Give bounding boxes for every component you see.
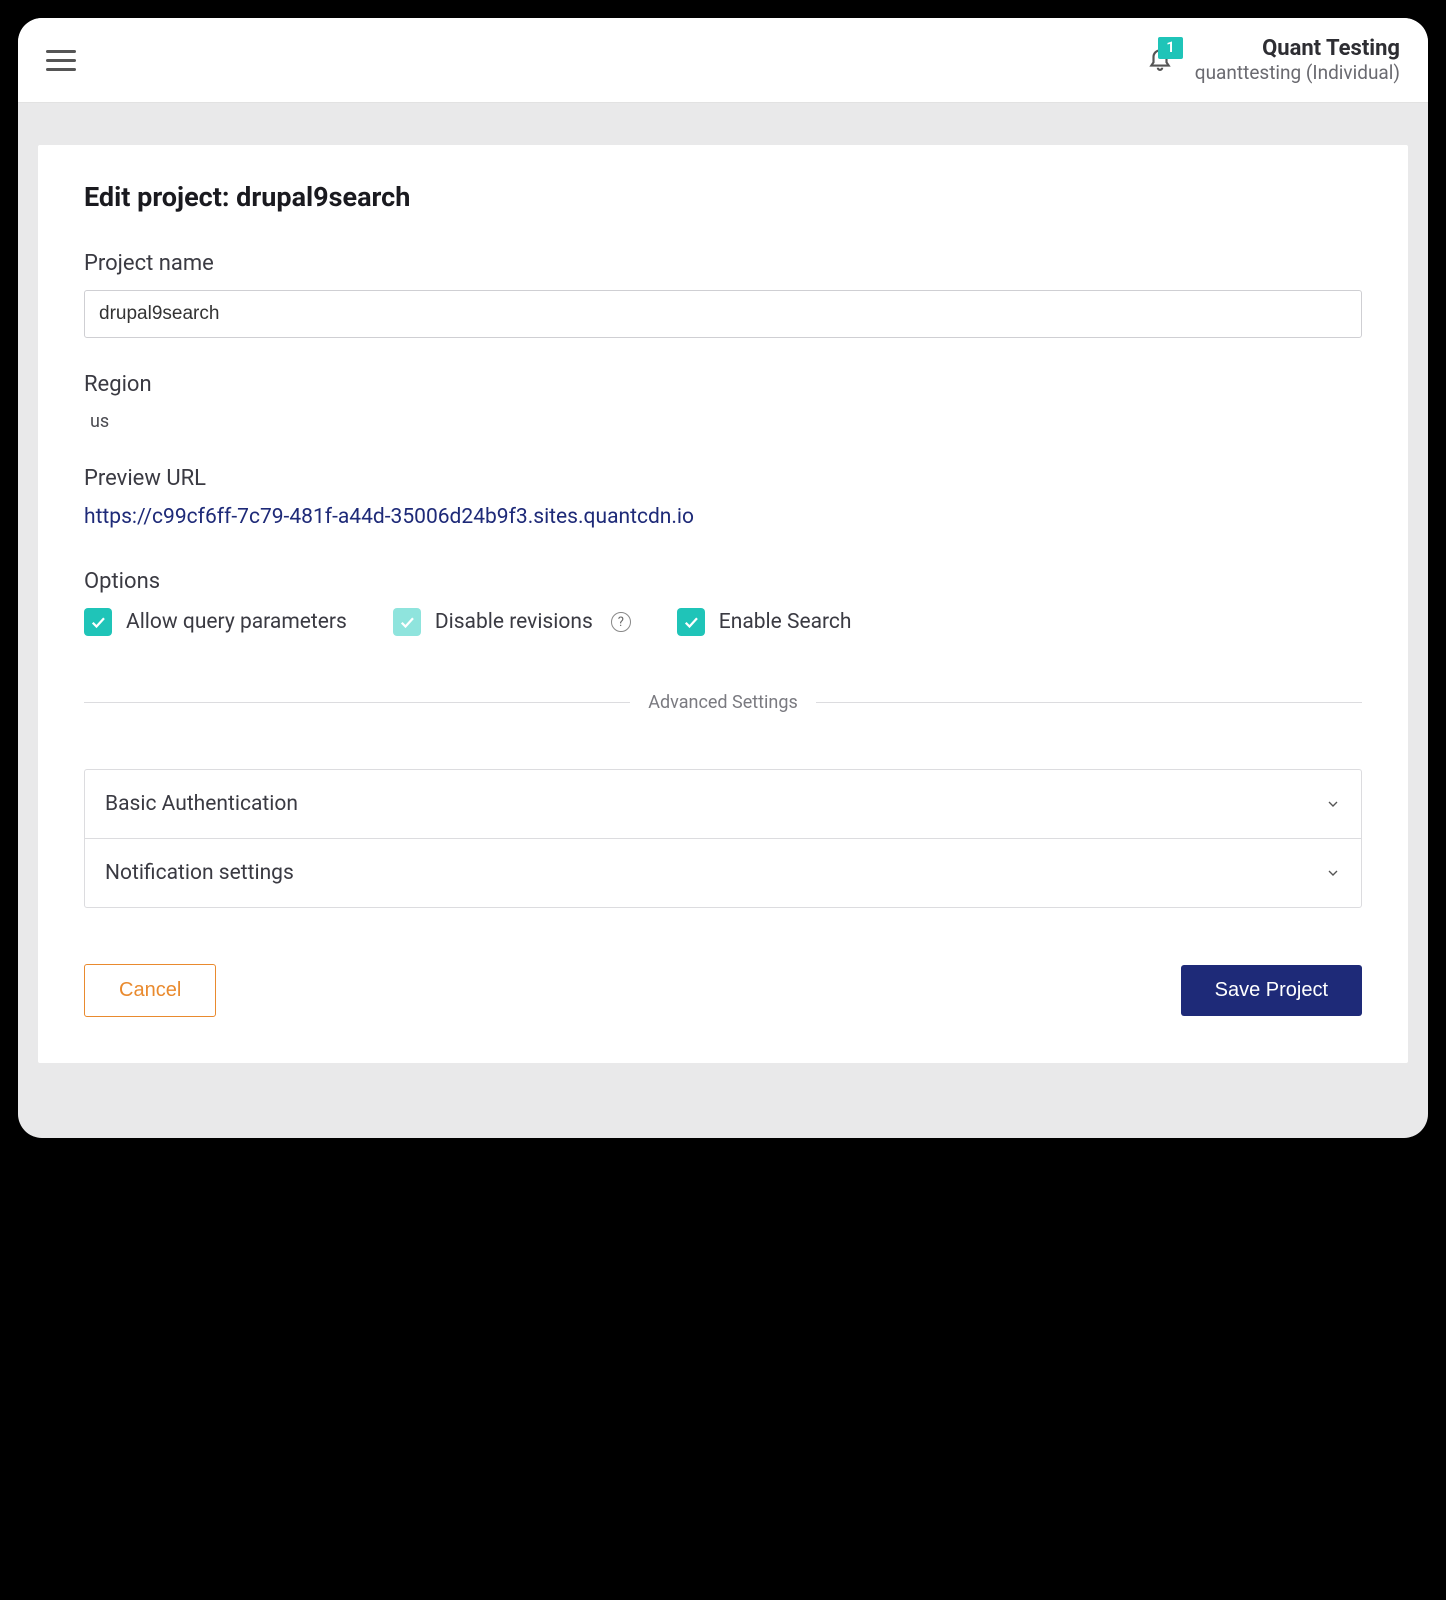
chevron-down-icon <box>1325 796 1341 812</box>
accordion-label: Notification settings <box>105 861 294 885</box>
option-label: Allow query parameters <box>126 610 347 634</box>
checkbox-icon <box>393 608 421 636</box>
account-menu[interactable]: Quant Testing quanttesting (Individual) <box>1195 36 1400 84</box>
checkbox-icon <box>84 608 112 636</box>
help-icon[interactable]: ? <box>611 612 631 632</box>
accordion-basic-authentication[interactable]: Basic Authentication <box>85 770 1361 838</box>
account-subtitle: quanttesting (Individual) <box>1195 61 1400 84</box>
chevron-down-icon <box>1325 865 1341 881</box>
topbar: 1 Quant Testing quanttesting (Individual… <box>18 18 1428 103</box>
option-disable-revisions[interactable]: Disable revisions ? <box>393 608 631 636</box>
accordion-label: Basic Authentication <box>105 792 298 816</box>
option-label: Disable revisions <box>435 610 593 634</box>
account-name: Quant Testing <box>1195 36 1400 61</box>
option-label: Enable Search <box>719 610 852 634</box>
preview-url-label: Preview URL <box>84 466 1362 491</box>
save-project-button[interactable]: Save Project <box>1181 965 1362 1016</box>
advanced-accordion: Basic Authentication Notification settin… <box>84 769 1362 908</box>
option-allow-query-parameters[interactable]: Allow query parameters <box>84 608 347 636</box>
cancel-button[interactable]: Cancel <box>84 964 216 1017</box>
checkbox-icon <box>677 608 705 636</box>
page-title: Edit project: drupal9search <box>84 181 1362 213</box>
accordion-notification-settings[interactable]: Notification settings <box>85 838 1361 907</box>
notifications-button[interactable]: 1 <box>1147 45 1173 75</box>
advanced-settings-divider: Advanced Settings <box>84 692 1362 713</box>
content-area: Edit project: drupal9search Project name… <box>18 103 1428 1105</box>
menu-button[interactable] <box>46 44 76 77</box>
region-value: us <box>84 411 1362 432</box>
option-enable-search[interactable]: Enable Search <box>677 608 852 636</box>
project-name-input[interactable] <box>84 290 1362 338</box>
edit-project-card: Edit project: drupal9search Project name… <box>38 145 1408 1063</box>
topbar-right: 1 Quant Testing quanttesting (Individual… <box>1147 36 1400 84</box>
app-window: 1 Quant Testing quanttesting (Individual… <box>18 18 1428 1138</box>
region-label: Region <box>84 372 1362 397</box>
options-label: Options <box>84 569 1362 594</box>
form-actions: Cancel Save Project <box>84 964 1362 1017</box>
options-row: Allow query parameters Disable revisions… <box>84 608 1362 636</box>
notification-badge: 1 <box>1158 37 1183 59</box>
advanced-settings-label: Advanced Settings <box>648 692 798 713</box>
project-name-label: Project name <box>84 251 1362 276</box>
preview-url-link[interactable]: https://c99cf6ff-7c79-481f-a44d-35006d24… <box>84 505 694 529</box>
